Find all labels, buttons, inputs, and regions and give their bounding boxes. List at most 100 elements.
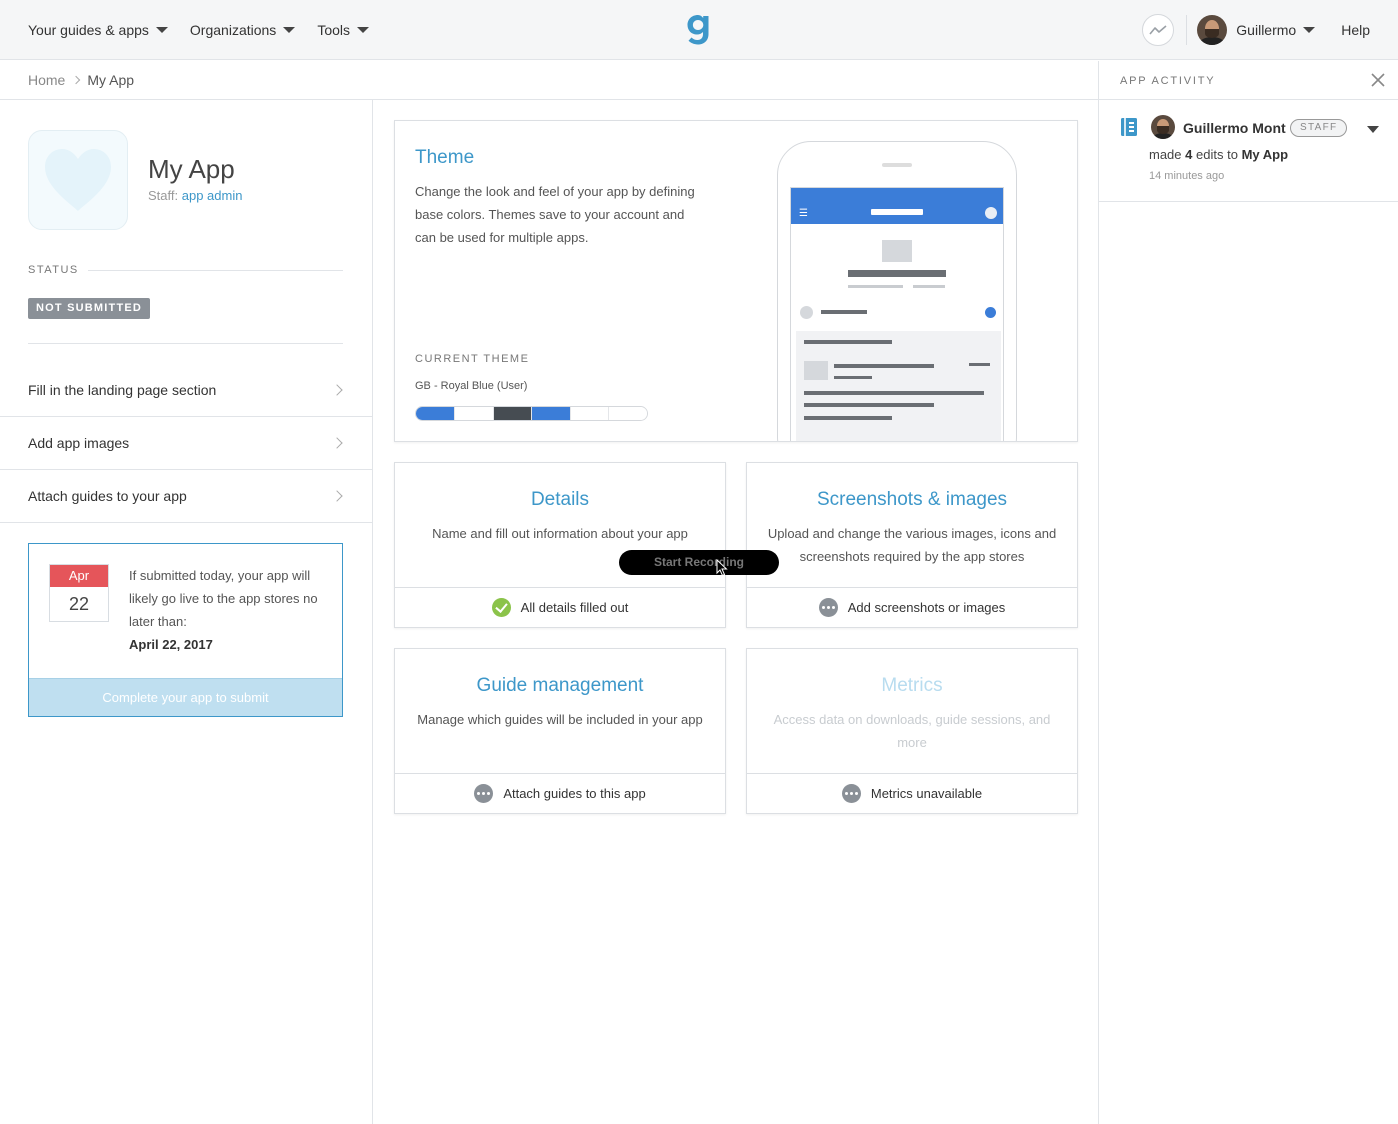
status-label: STATUS — [28, 264, 79, 276]
nav-guides-apps[interactable]: Your guides & apps — [28, 22, 168, 38]
theme-swatch-3 — [531, 407, 570, 420]
metrics-card: Metrics Access data on downloads, guide … — [746, 648, 1078, 814]
complete-app-button[interactable]: Complete your app to submit — [29, 678, 342, 716]
caret-down-icon — [283, 27, 296, 33]
submit-estimate-message: If submitted today, your app will likely… — [129, 568, 318, 629]
preview-content-panel — [796, 331, 1001, 441]
mouse-cursor-icon — [716, 559, 728, 577]
activity-timestamp: 14 minutes ago — [1149, 170, 1225, 182]
preview-avatar-dot — [985, 207, 997, 219]
metrics-footer: Metrics unavailable — [747, 773, 1077, 813]
task-label: Add app images — [28, 435, 130, 451]
more-dots-icon — [474, 784, 494, 803]
preview-image-placeholder — [882, 240, 912, 262]
task-add-images[interactable]: Add app images — [0, 417, 373, 470]
app-title: My App — [148, 154, 235, 184]
activity-description: made 4 edits to My App — [1149, 147, 1288, 162]
activity-button[interactable] — [1142, 14, 1175, 46]
details-description: Name and fill out information about your… — [432, 526, 688, 541]
activity-target: My App — [1241, 147, 1289, 162]
help-link[interactable]: Help — [1341, 22, 1370, 38]
theme-card[interactable]: Theme Change the look and feel of your a… — [394, 120, 1078, 442]
top-nav: Your guides & apps Organizations Tools G… — [0, 0, 1398, 60]
details-footer[interactable]: All details filled out — [395, 587, 725, 627]
metrics-footer-label: Metrics unavailable — [870, 786, 983, 801]
user-avatar[interactable] — [1197, 15, 1228, 45]
activity-user-avatar — [1151, 115, 1175, 139]
preview-accent-dot — [985, 307, 996, 318]
check-circle-icon — [491, 598, 511, 617]
metrics-description: Access data on downloads, guide sessions… — [773, 712, 1051, 750]
start-recording-button[interactable]: Start Recording — [619, 550, 779, 575]
breadcrumb: Home My App — [28, 72, 134, 88]
submit-estimate-card: Apr 22 If submitted today, your app will… — [28, 543, 343, 717]
staff-role-link[interactable]: app admin — [182, 188, 243, 203]
screenshots-footer[interactable]: Add screenshots or images — [747, 587, 1077, 627]
theme-swatch-2 — [492, 407, 532, 420]
caret-down-icon — [357, 27, 369, 33]
screenshots-footer-label: Add screenshots or images — [847, 600, 1006, 615]
nav-organizations[interactable]: Organizations — [189, 22, 296, 38]
preview-heading — [848, 270, 946, 277]
guide-management-footer[interactable]: Attach guides to this app — [395, 773, 725, 813]
nav-tools[interactable]: Tools — [317, 22, 369, 38]
user-name[interactable]: Guillermo — [1236, 22, 1296, 38]
nav-divider — [1186, 15, 1188, 45]
activity-verb: made — [1149, 147, 1182, 162]
task-attach-guides[interactable]: Attach guides to your app — [0, 470, 373, 523]
preview-title-bar — [871, 209, 923, 215]
activity-expand-icon[interactable] — [1367, 126, 1379, 133]
breadcrumb-home[interactable]: Home — [28, 72, 65, 88]
submit-estimate-date: April 22, 2017 — [129, 637, 213, 652]
close-icon[interactable] — [1371, 73, 1385, 87]
screenshots-description: Upload and change the various images, ic… — [767, 526, 1057, 564]
nav-menu: Your guides & apps Organizations Tools — [28, 0, 369, 60]
guide-management-description: Manage which guides will be included in … — [417, 712, 703, 727]
phone-speaker — [882, 163, 912, 167]
logo-icon[interactable] — [684, 12, 712, 46]
user-menu-caret-icon[interactable] — [1303, 27, 1316, 33]
screenshots-card[interactable]: Screenshots & images Upload and change t… — [746, 462, 1078, 628]
details-card[interactable]: Details Name and fill out information ab… — [394, 462, 726, 628]
app-sidebar: My App Staff: app admin STATUS NOT SUBMI… — [0, 100, 373, 1124]
breadcrumb-current: My App — [87, 72, 135, 88]
chevron-right-icon — [331, 490, 343, 502]
calendar-day: 22 — [68, 594, 90, 614]
current-theme-label: CURRENT THEME — [415, 353, 530, 365]
task-label: Attach guides to your app — [28, 488, 187, 504]
chevron-right-icon — [331, 437, 343, 449]
preview-circle — [800, 306, 813, 319]
caret-down-icon — [155, 27, 168, 33]
activity-edit-count: 4 — [1185, 147, 1193, 162]
phone-preview: ☰ — [777, 141, 1017, 441]
tasks-divider — [28, 343, 343, 344]
nav-user-area: Guillermo Help — [1142, 0, 1370, 60]
nav-guides-apps-label: Your guides & apps — [28, 22, 149, 38]
metrics-title: Metrics — [881, 675, 943, 696]
theme-description: Change the look and feel of your app by … — [415, 184, 695, 245]
preview-meta — [913, 285, 945, 288]
activity-pulse-icon — [1149, 25, 1167, 35]
details-title[interactable]: Details — [395, 489, 725, 511]
guide-management-title[interactable]: Guide management — [395, 675, 725, 697]
calendar-month: Apr — [50, 565, 108, 587]
theme-swatches — [415, 406, 648, 421]
details-footer-label: All details filled out — [520, 600, 629, 615]
activity-edits-text: edits to — [1196, 147, 1238, 162]
staff-badge: STAFF — [1290, 119, 1348, 137]
chevron-right-icon — [331, 384, 343, 396]
nav-organizations-label: Organizations — [189, 22, 277, 38]
preview-row-text — [821, 310, 867, 314]
theme-swatch-0 — [416, 407, 455, 420]
guide-management-card[interactable]: Guide management Manage which guides wil… — [394, 648, 726, 814]
screenshots-title[interactable]: Screenshots & images — [747, 489, 1077, 511]
activity-user-name: Guillermo Mont — [1183, 120, 1286, 136]
app-icon[interactable] — [28, 130, 128, 230]
theme-swatch-1 — [454, 407, 493, 420]
app-staff-role: Staff: app admin — [148, 188, 242, 203]
status-divider — [88, 270, 343, 271]
task-landing-page[interactable]: Fill in the landing page section — [0, 364, 373, 417]
current-theme-value: GB - Royal Blue (User) — [415, 380, 528, 392]
theme-title[interactable]: Theme — [415, 147, 474, 169]
task-label: Fill in the landing page section — [28, 382, 217, 398]
